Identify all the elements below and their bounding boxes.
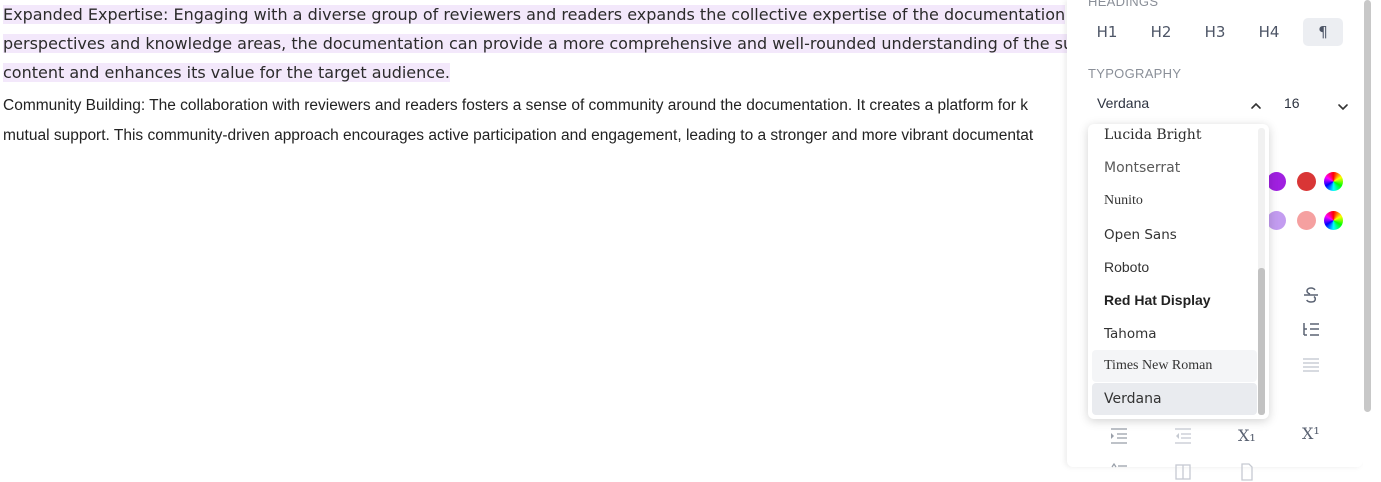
text-line: Expanded Expertise: Engaging with a dive… xyxy=(3,5,1066,24)
font-option-open-sans[interactable]: Open Sans xyxy=(1092,219,1257,251)
font-family-dropdown[interactable]: Lucida Bright Montserrat Nunito Open San… xyxy=(1088,124,1269,419)
font-option-nunito[interactable]: Nunito xyxy=(1092,185,1257,217)
highlight-swatch-pink[interactable] xyxy=(1297,211,1316,230)
color-swatch-purple[interactable] xyxy=(1267,172,1286,191)
heading-h3-button[interactable]: H3 xyxy=(1195,18,1235,46)
text-line: Community Building: The collaboration wi… xyxy=(3,97,1028,114)
heading-h1-button[interactable]: H1 xyxy=(1087,18,1127,46)
font-option-lucida-bright[interactable]: Lucida Bright xyxy=(1092,124,1257,151)
font-option-red-hat-display[interactable]: Red Hat Display xyxy=(1092,284,1257,316)
paragraph-button[interactable]: ¶ xyxy=(1303,18,1343,46)
color-picker-icon[interactable] xyxy=(1324,172,1343,191)
document-editor[interactable]: Expanded Expertise: Engaging with a dive… xyxy=(0,0,1068,479)
outdent-icon[interactable] xyxy=(1173,426,1193,446)
align-justify-icon[interactable] xyxy=(1301,355,1321,375)
superscript-button[interactable]: X¹ xyxy=(1302,424,1320,443)
tree-list-icon[interactable] xyxy=(1301,320,1321,340)
paragraph-expanded-expertise[interactable]: Expanded Expertise: Engaging with a dive… xyxy=(3,0,1068,87)
highlight-picker-icon[interactable] xyxy=(1324,211,1343,230)
table-icon[interactable] xyxy=(1173,462,1193,482)
page-scrollbar-thumb[interactable] xyxy=(1364,0,1371,412)
highlight-swatch-lavender[interactable] xyxy=(1267,211,1286,230)
font-size-select[interactable]: 16 xyxy=(1284,95,1354,117)
strikethrough-icon[interactable] xyxy=(1301,285,1321,305)
indent-icon[interactable] xyxy=(1109,426,1129,446)
headings-section-label: HEADINGS xyxy=(1088,0,1159,9)
heading-h2-button[interactable]: H2 xyxy=(1141,18,1181,46)
heading-h4-button[interactable]: H4 xyxy=(1249,18,1289,46)
font-option-roboto[interactable]: Roboto xyxy=(1092,251,1257,283)
document-icon[interactable] xyxy=(1237,462,1257,482)
text-line: perspectives and knowledge areas, the do… xyxy=(3,34,1068,53)
text-line: content and enhances its value for the t… xyxy=(3,63,451,82)
line-height-icon[interactable] xyxy=(1109,462,1129,482)
font-option-tahoma[interactable]: Tahoma xyxy=(1092,318,1257,350)
font-family-value: Verdana xyxy=(1097,95,1150,111)
font-option-times-new-roman[interactable]: Times New Roman xyxy=(1092,350,1257,382)
dropdown-scrollbar-thumb[interactable] xyxy=(1258,268,1265,415)
color-swatch-red[interactable] xyxy=(1297,172,1316,191)
font-option-verdana[interactable]: Verdana xyxy=(1092,383,1257,415)
font-family-select[interactable]: Verdana xyxy=(1097,95,1267,117)
typography-section-label: TYPOGRAPHY xyxy=(1088,66,1182,81)
chevron-down-icon xyxy=(1338,104,1348,111)
paragraph-community-building[interactable]: Community Building: The collaboration wi… xyxy=(3,91,1068,151)
font-option-montserrat[interactable]: Montserrat xyxy=(1092,152,1257,184)
chevron-up-icon xyxy=(1251,102,1261,109)
text-line: mutual support. This community-driven ap… xyxy=(3,127,1034,144)
font-size-value: 16 xyxy=(1284,95,1300,111)
subscript-button[interactable]: X₁ xyxy=(1238,426,1256,445)
